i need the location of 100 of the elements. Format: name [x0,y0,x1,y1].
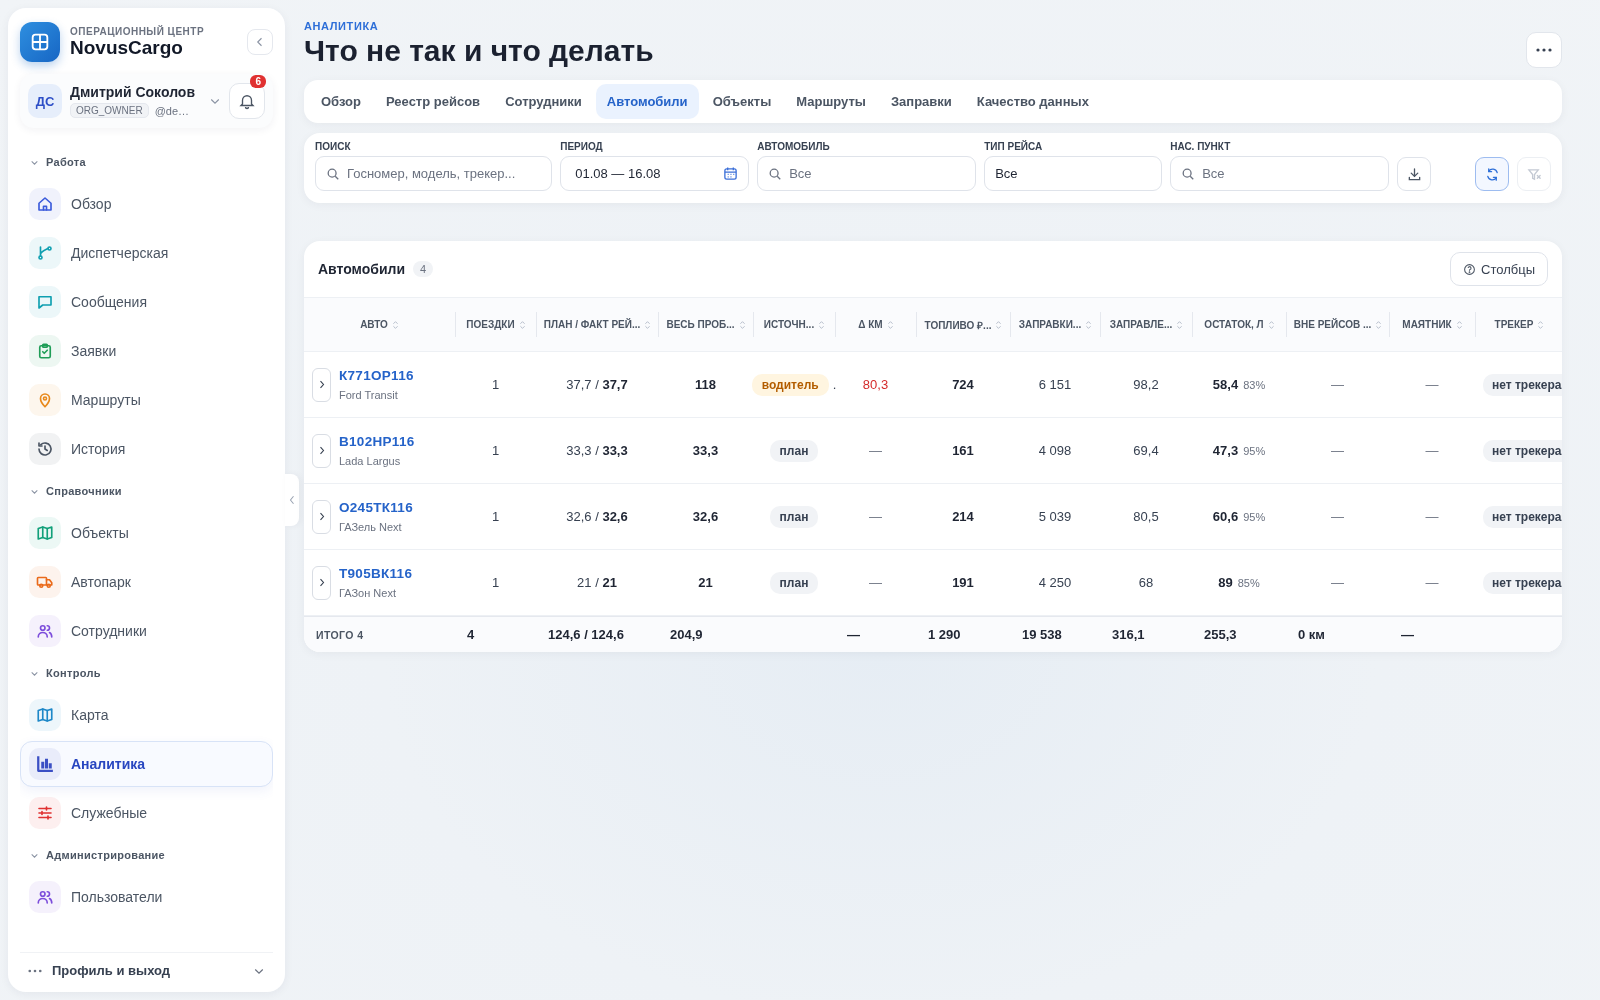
vehicle-model: Ford Transit [339,389,399,401]
columns-button[interactable]: Столбцы [1450,252,1548,286]
tab[interactable]: Маршруты [785,84,877,119]
table-cell: 68 [1138,575,1154,590]
sidebar-item[interactable]: Карта [20,692,273,738]
section-title: Работа [46,156,86,168]
column-header[interactable]: ЗАПРАВЛЕ... [1109,319,1173,330]
plate-link[interactable]: В102НР116 [339,434,415,449]
brand-caption: ОПЕРАЦИОННЫЙ ЦЕНТР [70,25,206,37]
avatar: ДС [28,84,62,118]
refresh-button[interactable] [1475,157,1509,191]
source-tag: план [769,571,819,594]
plate-link[interactable]: К771ОР116 [339,368,414,383]
expand-button[interactable] [312,499,331,534]
table-row[interactable]: О245ТК116 ГАЗель Next 1 32,6 / 32,6 32,6 план — 214 5 039 80,5 60,6 95% — — нет трекера [304,484,1562,550]
tab[interactable]: Объекты [701,84,783,119]
column-header[interactable]: МАЯТНИК [1402,319,1452,330]
sidebar-item[interactable]: Заявки [20,328,273,374]
column-header[interactable]: АВТО [360,319,388,330]
table-cell: 33,3 / 33,3 [566,443,628,458]
tab[interactable]: Заправки [879,84,963,119]
sort-icon[interactable] [1085,319,1093,330]
sort-icon[interactable] [644,319,652,330]
tab[interactable]: Сотрудники [494,84,593,119]
search-field[interactable]: Госномер, модель, трекер... [315,156,553,191]
sort-icon[interactable] [886,319,894,330]
collapse-button[interactable] [247,29,273,55]
column-header[interactable]: ИСТОЧН... [763,319,815,330]
vehicle-model: ГАЗель Next [339,521,403,533]
section-header[interactable]: Работа [20,146,86,178]
search-icon [1181,167,1196,181]
column-header[interactable]: ТРЕКЕР [1494,319,1534,330]
total-cell: 4 [467,627,475,642]
sidebar-item[interactable]: Диспетчерская [20,230,273,276]
sidebar-item[interactable]: Обзор [20,181,273,227]
plate-link[interactable]: Т905ВК116 [339,566,413,581]
column-header[interactable]: ТОПЛИВО ₽... [924,317,992,332]
table-cell: — [1331,575,1344,590]
sidebar-item[interactable]: Маршруты [20,377,273,423]
table-cell: — [1331,509,1344,524]
column-header[interactable]: ЗАПРАВКИ... [1018,319,1082,330]
fuel-percent: 95% [1243,444,1266,457]
calendar-icon[interactable] [723,166,739,181]
tab[interactable]: Реестр рейсов [375,84,492,119]
tracker-tag: нет трекера [1483,439,1562,462]
tab[interactable]: Обзор [310,84,372,119]
table-row[interactable]: В102НР116 Lada Largus 1 33,3 / 33,3 33,3 план — 161 4 098 69,4 47,3 95% — — нет трекера [304,418,1562,484]
tab[interactable]: Автомобили [595,84,699,119]
sort-icon[interactable] [518,319,526,330]
sidebar-item[interactable]: Сотрудники [20,608,273,654]
sidebar-item[interactable]: Пользователи [20,874,273,920]
column-header[interactable]: Δ КМ [858,319,883,330]
search-field[interactable]: Все [1170,156,1390,191]
sort-icon[interactable] [1176,319,1184,330]
table-row[interactable]: К771ОР116 Ford Transit 1 37,7 / 37,7 118 водитель . 80,3 724 6 151 98,2 58,4 83% — — нет трекера [304,352,1562,418]
sidebar-item[interactable]: Аналитика [20,741,273,787]
sort-icon[interactable] [738,319,746,330]
sort-icon[interactable] [391,319,399,330]
download-button[interactable] [1397,157,1432,191]
column-header[interactable]: ПОЕЗДКИ [466,319,515,330]
sort-icon[interactable] [1375,319,1383,330]
section-header[interactable]: Справочники [20,475,122,507]
total-cell: 255,3 [1204,627,1237,642]
expand-button[interactable] [312,433,331,468]
search-field[interactable]: Все [757,156,977,191]
date-field[interactable]: 01.08 — 16.08 [560,156,750,191]
sidebar-item[interactable]: Объекты [20,510,273,556]
total-cell: — [1401,627,1414,642]
table-cell: 32,6 / 32,6 [566,509,628,524]
sort-icon[interactable] [1537,319,1545,330]
sidebar-item[interactable]: История [20,426,273,472]
column-header[interactable]: ВНЕ РЕЙСОВ ... [1293,319,1372,330]
section-header[interactable]: Контроль [20,657,101,689]
notifications-button[interactable] [229,83,265,119]
select-field[interactable]: Все [984,156,1163,191]
sort-icon[interactable] [1455,319,1463,330]
sidebar-item[interactable]: Служебные [20,790,273,836]
tab[interactable]: Качество данных [965,84,1100,119]
brand-name: NovusCargo [70,36,183,59]
table-cell: — [1425,443,1439,458]
profile-menu-button[interactable]: Профиль и выход [20,952,273,982]
role-tag: ORG_OWNER [70,103,149,118]
table-cell: — [869,509,882,524]
sidebar-item[interactable]: Сообщения [20,279,273,325]
more-icon [1536,48,1552,52]
sidebar-handle[interactable] [285,474,299,526]
plate-link[interactable]: О245ТК116 [339,500,413,515]
section-header[interactable]: Администрирование [20,839,165,871]
column-header[interactable]: ПЛАН / ФАКТ РЕЙ... [543,319,641,330]
search-icon [768,167,783,181]
expand-button[interactable] [312,367,331,402]
more-button[interactable] [1526,32,1562,68]
sidebar-item[interactable]: Автопарк [20,559,273,605]
expand-button[interactable] [312,565,331,600]
fuel-percent: 83% [1243,378,1266,391]
sort-icon[interactable] [818,319,826,330]
sort-icon[interactable] [995,319,1003,330]
sort-icon[interactable] [1267,319,1275,330]
column-header[interactable]: ВЕСЬ ПРОБ... [666,319,735,330]
column-header[interactable]: ОСТАТОК, Л [1204,319,1264,330]
